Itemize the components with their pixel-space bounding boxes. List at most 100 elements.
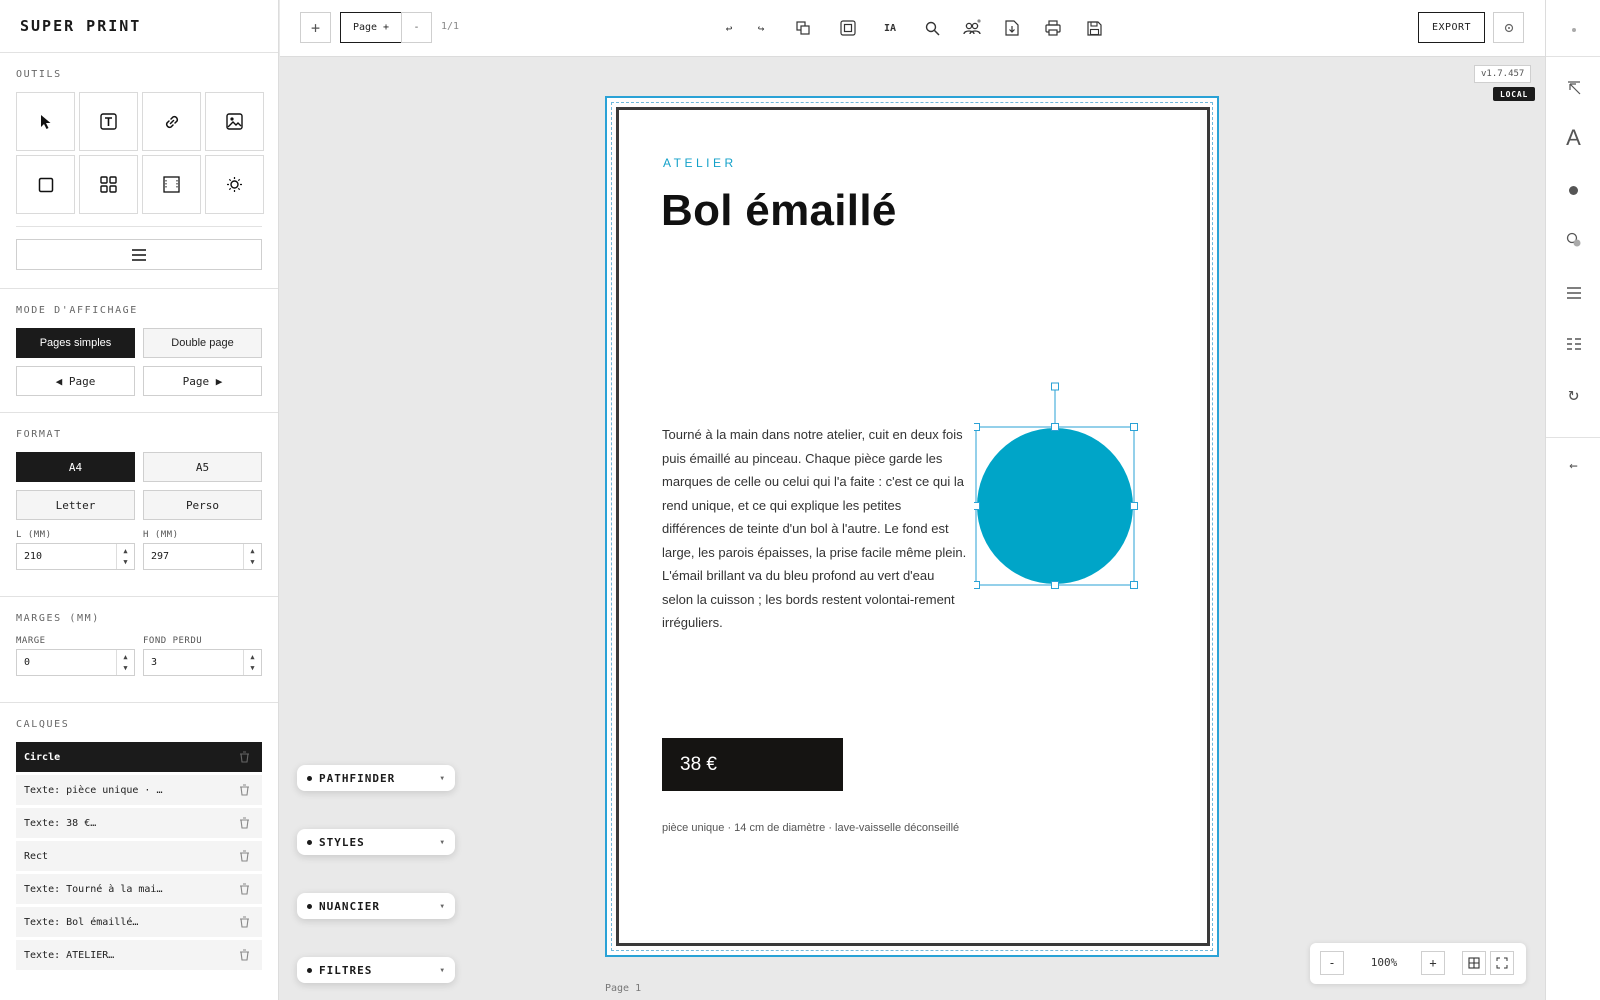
resize-handle-nw[interactable]: [974, 423, 980, 431]
prev-page-button[interactable]: ◀ Page: [16, 366, 135, 396]
frame-select-button[interactable]: [836, 16, 860, 40]
width-field[interactable]: 210 ▲ ▼: [16, 543, 135, 570]
rectangle-tool[interactable]: [16, 155, 75, 214]
frame-icon: [163, 176, 180, 193]
bleed-stepper[interactable]: ▲ ▼: [243, 650, 261, 675]
align-menu-button[interactable]: [16, 239, 262, 270]
stepper-up-icon[interactable]: ▲: [123, 546, 127, 557]
add-button[interactable]: +: [300, 12, 331, 43]
stepper-down-icon[interactable]: ▼: [250, 557, 254, 568]
collapse-button[interactable]: [1546, 78, 1600, 98]
trash-icon[interactable]: [239, 817, 250, 829]
refresh-button[interactable]: ↻: [1546, 384, 1600, 405]
rotate-handle[interactable]: [1051, 382, 1059, 391]
layer-item[interactable]: Circle: [16, 742, 262, 772]
trash-icon[interactable]: [239, 883, 250, 895]
stepper-up-icon[interactable]: ▲: [250, 546, 254, 557]
collaborators-button[interactable]: [960, 16, 984, 40]
height-stepper[interactable]: ▲ ▼: [243, 544, 261, 569]
circle-shape[interactable]: [977, 428, 1133, 584]
effect-tool[interactable]: [205, 155, 264, 214]
settings-button[interactable]: [1493, 12, 1524, 43]
undo-button[interactable]: ↩: [717, 16, 741, 40]
back-button[interactable]: ←: [1546, 456, 1600, 476]
double-page-button[interactable]: Double page: [143, 328, 262, 358]
layer-item[interactable]: Texte: ATELIER…: [16, 940, 262, 970]
frame-tool[interactable]: [142, 155, 201, 214]
stepper-down-icon[interactable]: ▼: [123, 557, 127, 568]
resize-handle-w[interactable]: [974, 502, 980, 510]
resize-handle-ne[interactable]: [1130, 423, 1138, 431]
search-button[interactable]: [920, 16, 944, 40]
swatches-panel[interactable]: NUANCIER ▼: [297, 893, 455, 919]
format-a4-button[interactable]: A4: [16, 452, 135, 482]
trash-icon[interactable]: [239, 850, 250, 862]
print-button[interactable]: [1041, 16, 1065, 40]
layer-item[interactable]: Texte: pièce unique · …: [16, 775, 262, 805]
resize-handle-n[interactable]: [1051, 423, 1059, 431]
layer-item[interactable]: Texte: Tourné à la mai…: [16, 874, 262, 904]
format-a5-button[interactable]: A5: [143, 452, 262, 482]
trash-icon[interactable]: [239, 949, 250, 961]
chevron-down-icon: ▼: [440, 838, 445, 846]
list-button[interactable]: [1546, 334, 1600, 354]
display-mode-section: MODE D'AFFICHAGE Pages simples Double pa…: [0, 289, 278, 413]
add-page-button[interactable]: Page +: [340, 12, 402, 43]
stepper-down-icon[interactable]: ▼: [123, 663, 127, 674]
fill-button[interactable]: [1546, 180, 1600, 200]
footnote-text[interactable]: pièce unique · 14 cm de diamètre · lave-…: [662, 822, 959, 834]
document-title[interactable]: Bol émaillé: [661, 186, 897, 236]
pathfinder-panel[interactable]: PATHFINDER ▼: [297, 765, 455, 791]
body-text[interactable]: Tourné à la main dans notre atelier, cui…: [662, 423, 968, 635]
stepper-up-icon[interactable]: ▲: [250, 652, 254, 663]
image-tool[interactable]: [205, 92, 264, 151]
select-tool[interactable]: [16, 92, 75, 151]
margin-stepper[interactable]: ▲ ▼: [116, 650, 134, 675]
resize-handle-e[interactable]: [1130, 502, 1138, 510]
next-page-button[interactable]: Page ▶: [143, 366, 262, 396]
grid-tool[interactable]: [79, 155, 138, 214]
typography-button[interactable]: A: [1546, 124, 1600, 152]
circle-selection[interactable]: [974, 380, 1144, 594]
format-custom-button[interactable]: Perso: [143, 490, 262, 520]
stepper-down-icon[interactable]: ▼: [250, 663, 254, 674]
filters-panel[interactable]: FILTRES ▼: [297, 957, 455, 983]
remove-page-button[interactable]: -: [401, 12, 432, 43]
import-button[interactable]: [1000, 16, 1024, 40]
layer-item[interactable]: Rect: [16, 841, 262, 871]
redo-button[interactable]: ↪: [749, 16, 773, 40]
resize-handle-se[interactable]: [1130, 581, 1138, 589]
height-field[interactable]: 297 ▲ ▼: [143, 543, 262, 570]
zoom-in-button[interactable]: +: [1421, 951, 1445, 975]
resize-handle-s[interactable]: [1051, 581, 1059, 589]
ai-button[interactable]: IA: [878, 16, 902, 40]
styles-panel[interactable]: STYLES ▼: [297, 829, 455, 855]
fit-grid-button[interactable]: [1462, 951, 1486, 975]
trash-icon[interactable]: [239, 916, 250, 928]
layer-item[interactable]: Texte: 38 €…: [16, 808, 262, 838]
save-button[interactable]: [1082, 16, 1106, 40]
trash-icon[interactable]: [239, 784, 250, 796]
eyebrow-text[interactable]: ATELIER: [663, 156, 737, 170]
trash-icon[interactable]: [239, 751, 250, 763]
align-button[interactable]: [1546, 283, 1600, 303]
link-tool[interactable]: [142, 92, 201, 151]
format-title: FORMAT: [16, 429, 62, 440]
sun-icon: [227, 177, 242, 192]
duplicate-button[interactable]: [791, 16, 815, 40]
text-tool[interactable]: [79, 92, 138, 151]
stroke-button[interactable]: [1546, 230, 1600, 250]
layer-list: Circle Texte: pièce unique · … Texte: 38 €…: [16, 742, 262, 970]
single-pages-button[interactable]: Pages simples: [16, 328, 135, 358]
margin-field[interactable]: 0 ▲ ▼: [16, 649, 135, 676]
width-stepper[interactable]: ▲ ▼: [116, 544, 134, 569]
fullscreen-button[interactable]: [1490, 951, 1514, 975]
bleed-field[interactable]: 3 ▲ ▼: [143, 649, 262, 676]
layer-item[interactable]: Texte: Bol émaillé…: [16, 907, 262, 937]
export-button[interactable]: EXPORT: [1418, 12, 1485, 43]
format-letter-button[interactable]: Letter: [16, 490, 135, 520]
resize-handle-sw[interactable]: [974, 581, 980, 589]
stepper-up-icon[interactable]: ▲: [123, 652, 127, 663]
price-tag[interactable]: 38 €: [662, 738, 843, 791]
zoom-out-button[interactable]: -: [1320, 951, 1344, 975]
